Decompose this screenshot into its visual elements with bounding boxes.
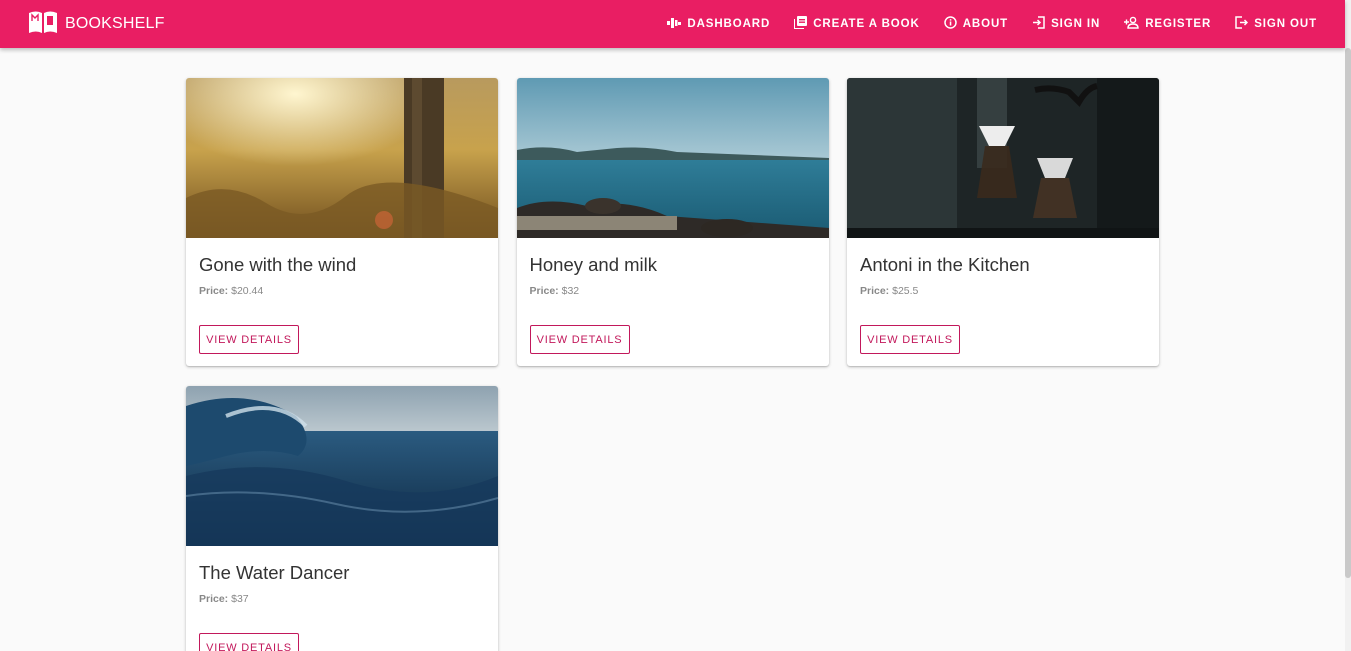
book-cover-image (186, 386, 498, 546)
nav-dashboard-label: DASHBOARD (687, 18, 771, 30)
book-card: Honey and milk Price: $32 VIEW DETAILS (516, 78, 829, 366)
price-value: $25.5 (892, 285, 919, 297)
app-navbar: BOOKSHELF DASHBOARD CREATE A BOOK ABOUT … (0, 0, 1345, 48)
price-label: Price: (529, 285, 559, 297)
nav-register-label: REGISTER (1145, 18, 1212, 30)
nav-links: DASHBOARD CREATE A BOOK ABOUT SIGN IN RE… (655, 0, 1329, 48)
library-add-icon (794, 16, 813, 32)
nav-about-label: ABOUT (962, 18, 1009, 30)
book-title: Antoni in the Kitchen (860, 254, 1030, 275)
price-value: $32 (561, 285, 580, 297)
nav-sign-in[interactable]: SIGN IN (1020, 0, 1112, 48)
nav-dashboard[interactable]: DASHBOARD (655, 0, 782, 48)
book-price: Price: $32 (530, 285, 829, 297)
price-label: Price: (199, 285, 229, 297)
book-cover-image (847, 78, 1159, 238)
book-price: Price: $20.44 (199, 285, 498, 297)
book-cover-image (516, 78, 829, 238)
view-details-button[interactable]: VIEW DETAILS (199, 325, 299, 354)
book-card: The Water Dancer Price: $37 VIEW DETAILS (186, 386, 498, 651)
nav-about[interactable]: ABOUT (932, 0, 1020, 48)
nav-register[interactable]: REGISTER (1112, 0, 1223, 48)
book-title: Gone with the wind (199, 254, 357, 275)
open-book-icon (27, 9, 59, 40)
nav-sign-out-label: SIGN OUT (1254, 18, 1317, 30)
view-details-button[interactable]: VIEW DETAILS (529, 325, 630, 354)
book-title: Honey and milk (529, 254, 658, 275)
view-details-button[interactable]: VIEW DETAILS (199, 633, 299, 651)
book-card: Antoni in the Kitchen Price: $25.5 VIEW … (847, 78, 1159, 366)
price-label: Price: (860, 285, 890, 297)
book-price: Price: $25.5 (860, 285, 1159, 297)
scrollbar-thumb[interactable] (1345, 48, 1351, 578)
nav-sign-in-label: SIGN IN (1051, 18, 1101, 30)
price-value: $20.44 (231, 285, 264, 297)
book-price: Price: $37 (199, 593, 498, 605)
price-value: $37 (231, 593, 249, 605)
dashboard-icon (667, 17, 687, 32)
book-grid: Gone with the wind Price: $20.44 VIEW DE… (186, 78, 1159, 651)
price-label: Price: (199, 593, 229, 605)
brand-title: BOOKSHELF (65, 15, 165, 32)
book-card: Gone with the wind Price: $20.44 VIEW DE… (186, 78, 498, 366)
view-details-button[interactable]: VIEW DETAILS (860, 325, 960, 354)
login-icon (1032, 16, 1051, 32)
logout-icon (1235, 16, 1254, 32)
book-title: The Water Dancer (199, 562, 350, 583)
book-cover-image (186, 78, 498, 238)
nav-create-book-label: CREATE A BOOK (813, 18, 920, 30)
nav-sign-out[interactable]: SIGN OUT (1223, 0, 1329, 48)
person-add-icon (1124, 16, 1145, 32)
info-icon (943, 16, 963, 32)
page-scrollbar[interactable] (1345, 0, 1351, 651)
brand-link[interactable]: BOOKSHELF (27, 9, 165, 40)
nav-create-book[interactable]: CREATE A BOOK (782, 0, 931, 48)
